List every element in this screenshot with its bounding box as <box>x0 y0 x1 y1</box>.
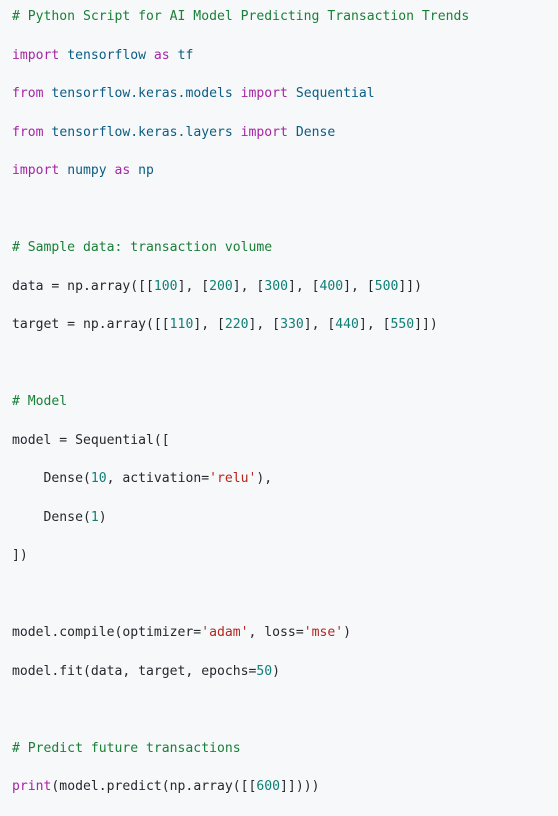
code-token-num: 600 <box>256 779 281 794</box>
code-token-fn: ]]) <box>414 317 438 332</box>
code-line: target = np.array([[110], [220], [330], … <box>12 315 469 334</box>
code-token-kw: import <box>12 163 60 178</box>
code-token-comment: # Predict future transactions <box>12 740 241 756</box>
code-token-kw: from <box>12 124 44 140</box>
code-token-fn: ], [ <box>358 317 391 332</box>
code-token-fn: ], [ <box>287 278 320 294</box>
code-token-mod: tensorflow <box>59 47 154 63</box>
code-token-mod: numpy <box>59 163 115 178</box>
code-token-fn: ), <box>256 471 273 486</box>
code-token-kw: from <box>12 86 44 101</box>
code-line: model.compile(optimizer='adam', loss='ms… <box>12 623 469 642</box>
code-token-mod: tensorflow.keras.models <box>43 86 241 101</box>
code-token-comment: # Python Script for AI Model Predicting … <box>12 9 470 24</box>
code-line: ​ <box>12 585 469 604</box>
code-line: from tensorflow.keras.models import Sequ… <box>12 84 469 103</box>
code-token-num: 220 <box>224 317 249 332</box>
code-token-fn: ], [ <box>303 317 336 332</box>
code-token-mod: Sequential <box>287 86 375 101</box>
code-token-num: 10 <box>90 471 107 486</box>
code-line: model = Sequential([ <box>12 431 469 450</box>
code-token-mod: tf <box>169 47 194 63</box>
code-token-str: 'adam' <box>201 625 249 640</box>
code-token-kw: import <box>12 47 60 63</box>
code-token-str: 'mse' <box>303 625 344 640</box>
code-token-fn: target = np.array([[ <box>12 317 170 332</box>
code-line: # Sample data: transaction volume <box>12 238 469 257</box>
code-line: import numpy as np <box>12 161 469 180</box>
code-token-comment: # Model <box>12 394 68 409</box>
code-token-kw: as <box>114 163 131 178</box>
code-line: model.fit(data, target, epochs=50) <box>12 662 469 681</box>
code-token-mod: Dense <box>287 124 336 140</box>
code-token-num: 200 <box>209 278 233 294</box>
code-token-fn: ]]) <box>398 278 423 294</box>
code-line: from tensorflow.keras.layers import Dens… <box>12 123 469 142</box>
code-token-fn: Dense( <box>12 471 91 486</box>
code-token-mod: tensorflow.keras.layers <box>43 124 241 140</box>
code-block: # Python Script for AI Model Predicting … <box>0 0 558 794</box>
code-token-fn: ], [ <box>343 278 375 294</box>
code-line: # Predict future transactions <box>12 739 469 758</box>
code-line: # Python Script for AI Model Predicting … <box>12 7 469 26</box>
code-line: # Model <box>12 392 469 411</box>
code-token-num: 110 <box>169 317 194 332</box>
code-text: # Python Script for AI Model Predicting … <box>12 7 469 816</box>
code-line: print(model.predict(np.array([[600]]))) <box>12 777 469 796</box>
code-token-num: 50 <box>256 663 273 679</box>
code-token-num: 330 <box>280 317 304 332</box>
code-token-fn: model.compile(optimizer= <box>12 625 202 640</box>
code-token-fn: data = np.array([[ <box>12 278 154 294</box>
code-line: ]) <box>12 546 469 565</box>
code-token-kw: import <box>240 124 288 140</box>
code-token-fn: ]]))) <box>280 779 320 794</box>
code-token-kw: import <box>240 86 288 101</box>
code-token-fn: ], [ <box>232 278 265 294</box>
code-token-fn: , loss= <box>248 625 304 640</box>
code-token-num: 500 <box>374 278 399 294</box>
code-line: data = np.array([[100], [200], [300], [4… <box>12 277 469 296</box>
code-line: import tensorflow as tf <box>12 46 469 65</box>
code-token-str: 'relu' <box>209 471 257 486</box>
code-line: Dense(10, activation='relu'), <box>12 469 469 488</box>
code-token-fn: Dense( <box>12 509 91 525</box>
code-token-num: 300 <box>264 278 288 294</box>
code-token-kw: print <box>12 779 52 794</box>
code-token-num: 100 <box>153 278 178 294</box>
code-token-fn: , activation= <box>106 471 210 486</box>
code-token-fn: model.fit(data, target, epochs= <box>12 663 257 679</box>
code-token-num: 1 <box>90 509 99 525</box>
code-token-num: 440 <box>335 317 359 332</box>
code-line: ​ <box>12 200 469 219</box>
code-line: Dense(1) <box>12 508 469 527</box>
code-token-num: 400 <box>319 278 344 294</box>
code-token-fn: ], [ <box>193 317 225 332</box>
code-token-fn: ], [ <box>248 317 281 332</box>
code-token-kw: as <box>153 47 170 63</box>
code-token-mod: np <box>130 163 154 178</box>
code-token-num: 550 <box>390 317 415 332</box>
code-line: ​ <box>12 354 469 373</box>
code-token-fn: ) <box>272 663 281 679</box>
code-token-fn: ], [ <box>177 278 210 294</box>
code-token-comment: # Sample data: transaction volume <box>12 240 273 255</box>
code-token-fn: (model.predict(np.array([[ <box>51 779 257 794</box>
code-token-fn: ) <box>98 509 107 525</box>
code-line: ​ <box>12 700 469 719</box>
code-token-fn: ) <box>343 625 352 640</box>
code-token-fn: model = Sequential([ <box>12 432 170 448</box>
code-token-fn: ]) <box>12 548 28 563</box>
